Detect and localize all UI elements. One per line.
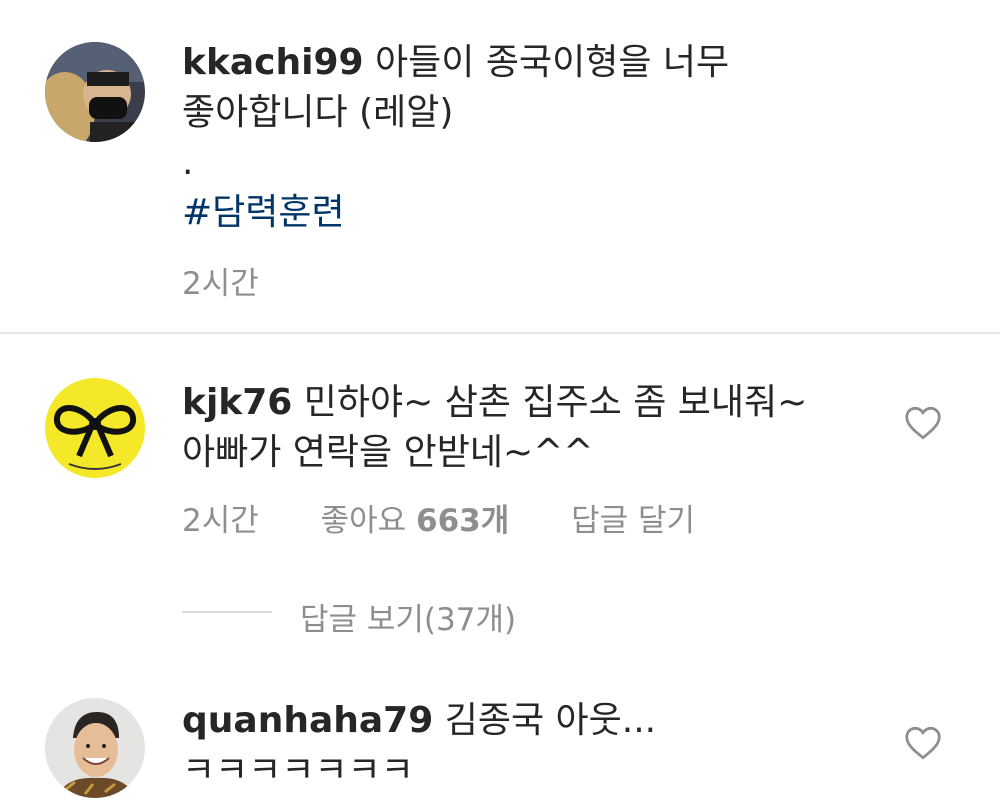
comment-text-line2: 아빠가 연락을 안받네~^^ xyxy=(182,432,594,473)
caption-text-line1: 아들이 종국이형을 너무 xyxy=(363,42,730,83)
view-replies-label: 답글 보기(37개) xyxy=(300,602,517,638)
hashtag-link[interactable]: #담력훈련 xyxy=(182,192,345,233)
caption-time[interactable]: 2시간 xyxy=(182,266,259,302)
avatar-quanhaha79[interactable] xyxy=(45,698,145,798)
comment-text-line1: 김종국 아웃... xyxy=(433,700,657,741)
likes-button[interactable]: 좋아요 663개 xyxy=(321,503,510,539)
likes-count: 663개 xyxy=(416,503,510,539)
likes-label: 좋아요 xyxy=(320,503,407,539)
caption-text: kkachi99 아들이 종국이형을 너무 좋아합니다 (레알) . #담력훈련 xyxy=(182,38,872,238)
heart-outline-icon[interactable] xyxy=(904,726,942,760)
comment-time[interactable]: 2시간 xyxy=(182,503,259,539)
comment-text-line1: 민하야~ 삼촌 집주소 좀 보내줘~ xyxy=(292,382,808,423)
comment-username[interactable]: quanhaha79 xyxy=(182,700,433,741)
caption-text-line2: 좋아합니다 (레알) xyxy=(182,92,454,133)
avatar-kjk76[interactable] xyxy=(45,378,145,478)
heart-outline-icon[interactable] xyxy=(904,406,942,440)
comment-username[interactable]: kjk76 xyxy=(182,382,292,423)
divider xyxy=(0,332,1000,334)
comment-kjk76-meta: 2시간 좋아요 663개 답글 달기 xyxy=(182,495,747,540)
caption-dot: . xyxy=(182,142,194,183)
reply-button[interactable]: 답글 달기 xyxy=(571,503,695,539)
comment-quanhaha79-text: quanhaha79 김종국 아웃... ㅋㅋㅋㅋㅋㅋㅋ xyxy=(182,696,872,796)
caption-meta: 2시간 xyxy=(182,258,311,303)
avatar-kkachi99[interactable] xyxy=(45,42,145,142)
caption-username[interactable]: kkachi99 xyxy=(182,42,364,83)
comment-text-line2: ㅋㅋㅋㅋㅋㅋㅋ xyxy=(182,750,414,791)
replies-line xyxy=(182,611,272,613)
comment-kjk76-text: kjk76 민하야~ 삼촌 집주소 좀 보내줘~ 아빠가 연락을 안받네~^^ xyxy=(182,378,872,478)
